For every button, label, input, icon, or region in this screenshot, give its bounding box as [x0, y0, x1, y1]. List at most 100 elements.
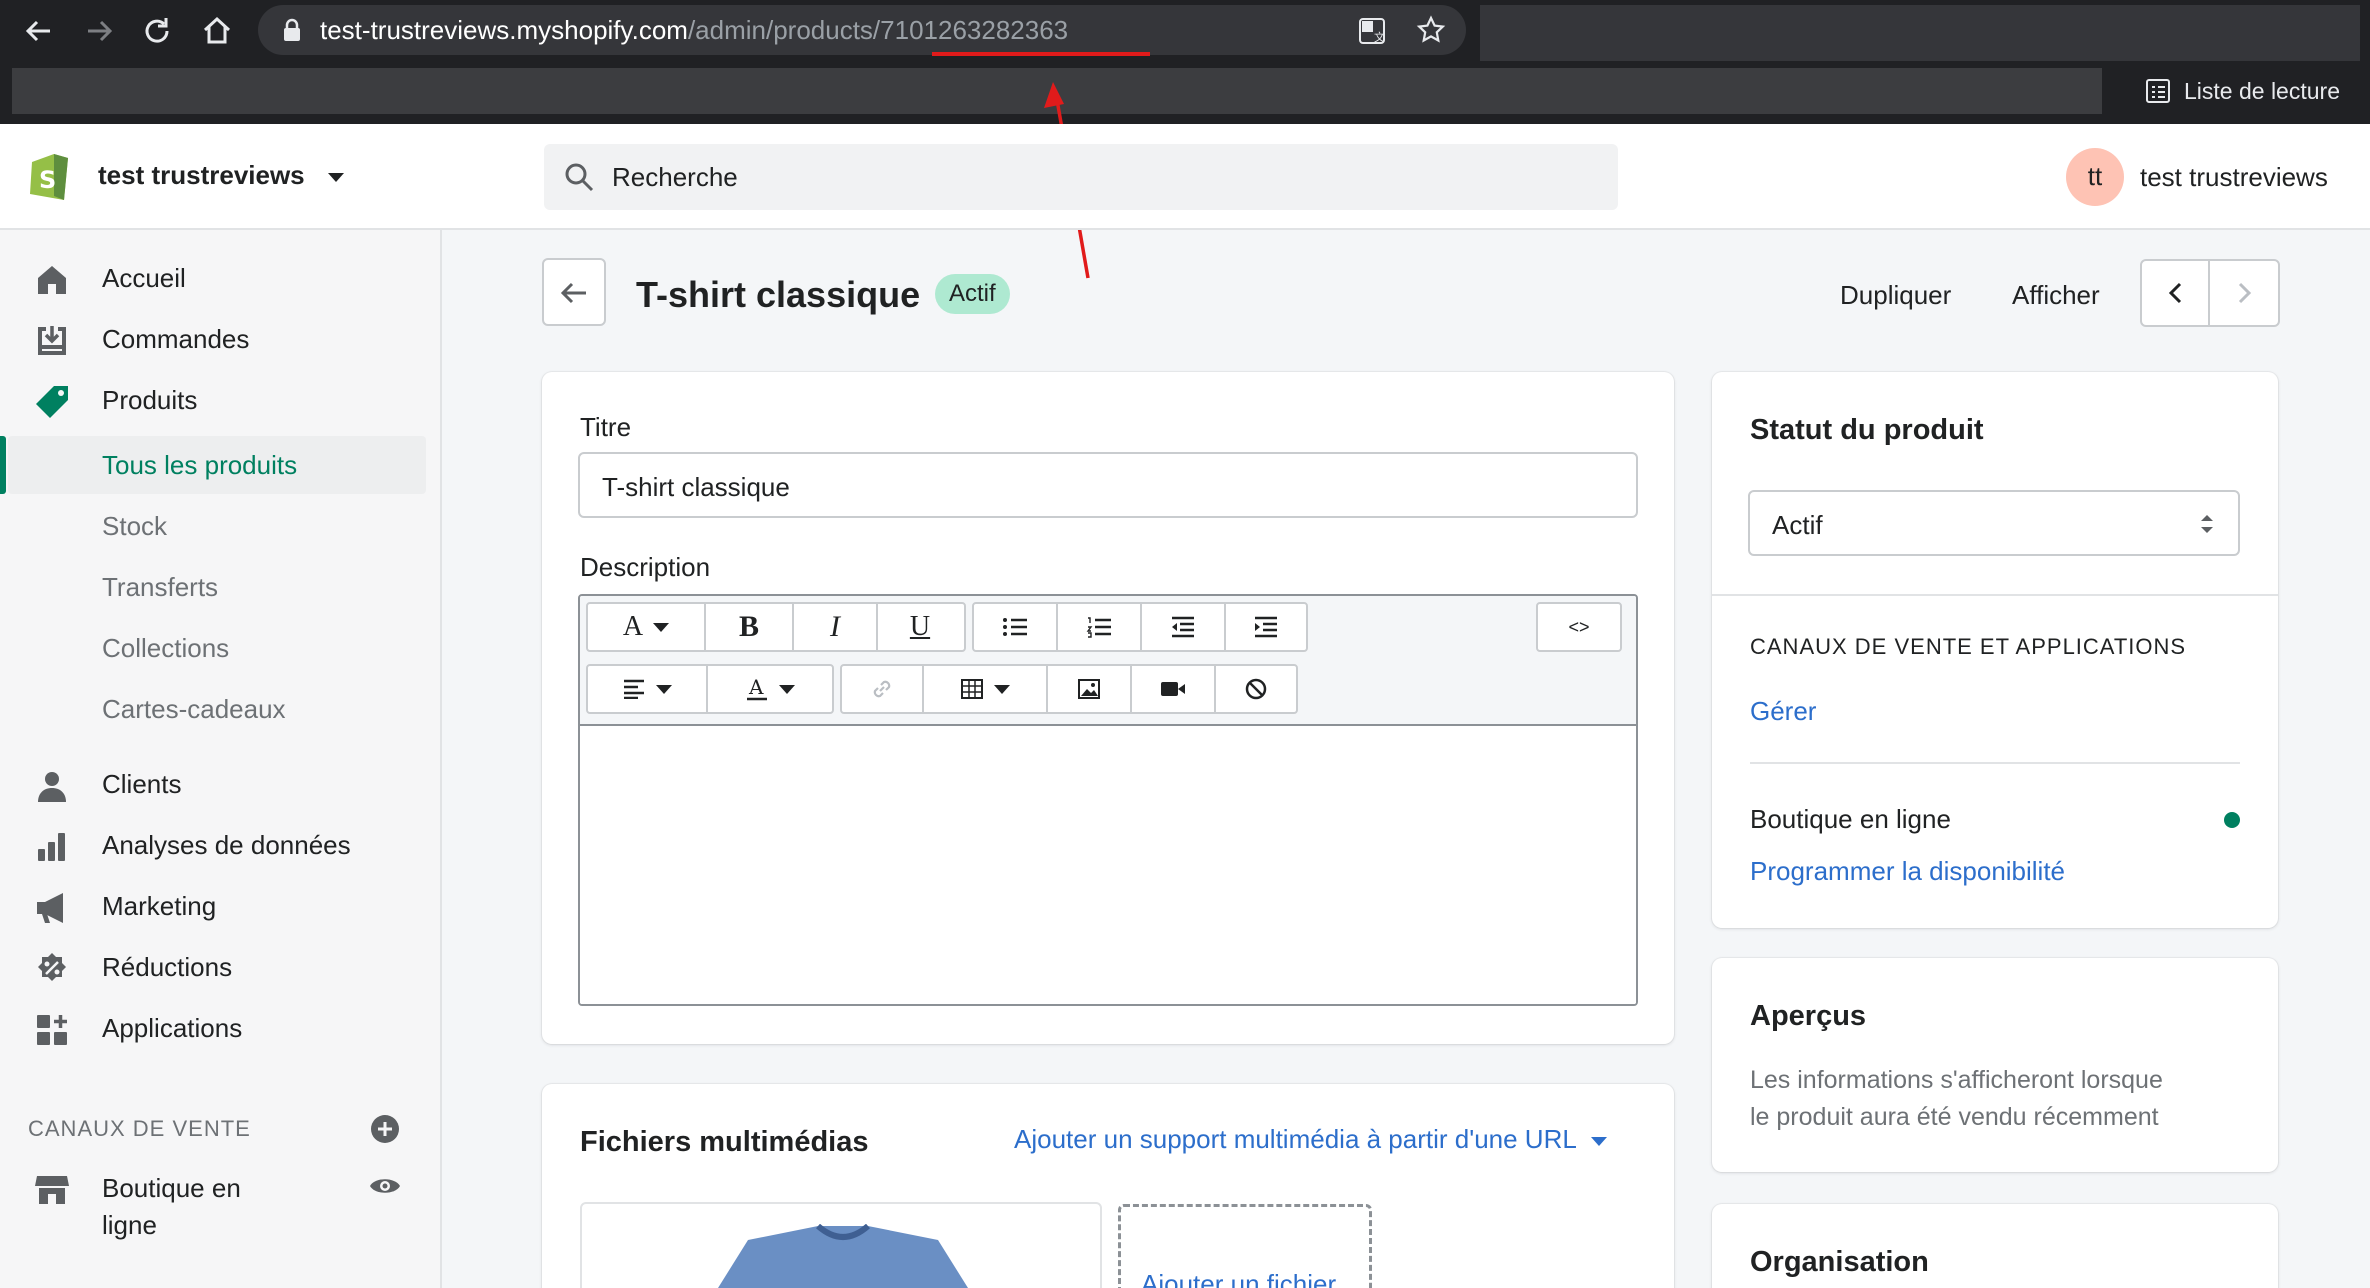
status-select[interactable]: Actif — [1748, 490, 2240, 556]
search-placeholder: Recherche — [612, 162, 738, 192]
account-name[interactable]: test trustreviews — [2140, 162, 2328, 193]
numbered-list-button[interactable] — [1058, 604, 1142, 650]
chevron-right-icon — [2232, 281, 2256, 305]
status-select-value: Actif — [1772, 510, 1823, 540]
channel-online-store[interactable]: Boutique en ligne — [102, 1170, 302, 1244]
previous-product-button[interactable] — [2142, 261, 2210, 325]
select-arrows-icon — [2198, 510, 2216, 538]
url-path: /admin/products/ — [687, 15, 881, 45]
list-group — [972, 602, 1308, 652]
caret-down-icon — [779, 684, 795, 694]
outdent-button[interactable] — [1142, 604, 1226, 650]
sales-channels-heading: CANAUX DE VENTE ET APPLICATIONS — [1750, 634, 2187, 659]
status-heading: Statut du produit — [1750, 414, 1984, 446]
avatar[interactable]: tt — [2066, 148, 2124, 206]
media-thumbnail[interactable] — [580, 1202, 1102, 1288]
video-camera-icon — [1160, 679, 1186, 699]
divider — [1750, 762, 2240, 764]
video-button[interactable] — [1132, 666, 1216, 712]
clear-format-button[interactable] — [1216, 666, 1296, 712]
store-switcher[interactable]: test trustreviews — [98, 160, 344, 191]
insights-line-1: Les informations s'afficheront lorsque — [1750, 1066, 2163, 1094]
font-style-dropdown[interactable]: A — [588, 604, 706, 650]
star-icon[interactable] — [1416, 15, 1446, 45]
discount-icon — [34, 951, 70, 987]
svg-text:S: S — [39, 166, 56, 194]
schedule-availability-link[interactable]: Programmer la disponibilité — [1750, 856, 2065, 887]
sidebar-item-marketing[interactable]: Marketing — [0, 880, 442, 932]
link-button[interactable] — [842, 666, 924, 712]
organization-card: Organisation — [1712, 1204, 2278, 1288]
image-button[interactable] — [1048, 666, 1132, 712]
link-icon — [869, 676, 895, 702]
align-color-group: A — [586, 664, 834, 714]
forward-arrow-icon[interactable] — [82, 14, 116, 48]
sidebar-item-stock[interactable]: Stock — [0, 500, 442, 552]
bullet-list-button[interactable] — [974, 604, 1058, 650]
align-dropdown[interactable] — [588, 666, 708, 712]
add-file-link: Ajouter un fichier — [1141, 1269, 1337, 1288]
back-button[interactable] — [542, 258, 606, 326]
italic-icon: I — [830, 610, 840, 643]
bold-button[interactable]: B — [706, 604, 794, 650]
outdent-icon — [1170, 616, 1196, 638]
next-product-button[interactable] — [2212, 261, 2278, 325]
table-dropdown[interactable] — [924, 666, 1048, 712]
underline-button[interactable]: U — [878, 604, 962, 650]
html-toggle-button[interactable]: <> — [1538, 604, 1620, 650]
sidebar-item-applications[interactable]: Applications — [0, 1002, 442, 1054]
search-bar[interactable]: Recherche — [544, 144, 1618, 210]
title-field[interactable]: T-shirt classique — [578, 452, 1638, 518]
add-channel-icon[interactable] — [370, 1114, 400, 1144]
add-media-url-link[interactable]: Ajouter un support multimédia à partir d… — [1014, 1124, 1608, 1155]
insights-heading: Aperçus — [1750, 1000, 1867, 1032]
tshirt-image — [678, 1224, 1008, 1288]
sidebar-item-commandes[interactable]: Commandes — [0, 313, 442, 365]
caret-down-icon — [1591, 1136, 1608, 1146]
sidebar-item-clients[interactable]: Clients — [0, 758, 442, 810]
sidebar-item-reductions[interactable]: Réductions — [0, 941, 442, 993]
address-bar[interactable]: test-trustreviews.myshopify.com/admin/pr… — [258, 5, 1466, 55]
channel-active-dot — [2224, 812, 2240, 828]
text-color-dropdown[interactable]: A — [708, 666, 832, 712]
sidebar-item-produits[interactable]: Produits — [0, 374, 442, 426]
sidebar-item-cartes-cadeaux[interactable]: Cartes-cadeaux — [0, 683, 442, 735]
translate-icon[interactable]: 文 — [1358, 17, 1386, 45]
product-details-card: Titre T-shirt classique Description A B … — [542, 372, 1674, 1044]
svg-text:文: 文 — [1374, 30, 1385, 44]
reading-list-button[interactable]: Liste de lecture — [2144, 74, 2340, 108]
sidebar-item-label: Accueil — [102, 262, 186, 293]
caret-down-icon — [994, 684, 1010, 694]
table-icon — [960, 678, 984, 700]
indent-button[interactable] — [1226, 604, 1306, 650]
sidebar-item-label: Cartes-cadeaux — [102, 693, 286, 724]
insights-card: Aperçus Les informations s'afficheront l… — [1712, 958, 2278, 1172]
add-file-dropzone[interactable]: Ajouter un fichier — [1118, 1204, 1372, 1288]
sidebar-item-collections[interactable]: Collections — [0, 622, 442, 674]
text-color-icon: A — [745, 676, 769, 702]
sidebar-item-analyses[interactable]: Analyses de données — [0, 819, 442, 871]
media-card: Fichiers multimédias Ajouter un support … — [542, 1084, 1674, 1288]
sidebar-item-accueil[interactable]: Accueil — [0, 252, 442, 304]
sidebar: Accueil Commandes Produits Tous les prod… — [0, 230, 442, 1288]
description-editor: A B I U <> A — [578, 594, 1638, 1006]
home-browser-icon[interactable] — [200, 14, 234, 48]
view-button[interactable]: Afficher — [2012, 280, 2100, 311]
sidebar-item-tous-les-produits[interactable]: Tous les produits — [0, 439, 442, 491]
description-textarea[interactable] — [580, 728, 1636, 1004]
eye-icon[interactable] — [368, 1174, 402, 1198]
shopify-logo[interactable]: S — [26, 148, 72, 202]
search-icon — [564, 162, 594, 192]
browser-chrome: test-trustreviews.myshopify.com/admin/pr… — [0, 0, 2370, 124]
back-arrow-icon[interactable] — [22, 14, 56, 48]
tab-strip-area — [1480, 5, 2360, 61]
sidebar-item-label: Clients — [102, 768, 182, 799]
italic-button[interactable]: I — [794, 604, 878, 650]
admin-topbar: S test trustreviews Recherche tt test tr… — [0, 124, 2370, 230]
arrow-left-icon — [559, 278, 589, 308]
reload-icon[interactable] — [140, 14, 174, 48]
url-text: test-trustreviews.myshopify.com/admin/pr… — [320, 15, 1068, 45]
manage-channels-link[interactable]: Gérer — [1750, 696, 1816, 727]
sidebar-item-transferts[interactable]: Transferts — [0, 561, 442, 613]
duplicate-button[interactable]: Dupliquer — [1840, 280, 1951, 311]
